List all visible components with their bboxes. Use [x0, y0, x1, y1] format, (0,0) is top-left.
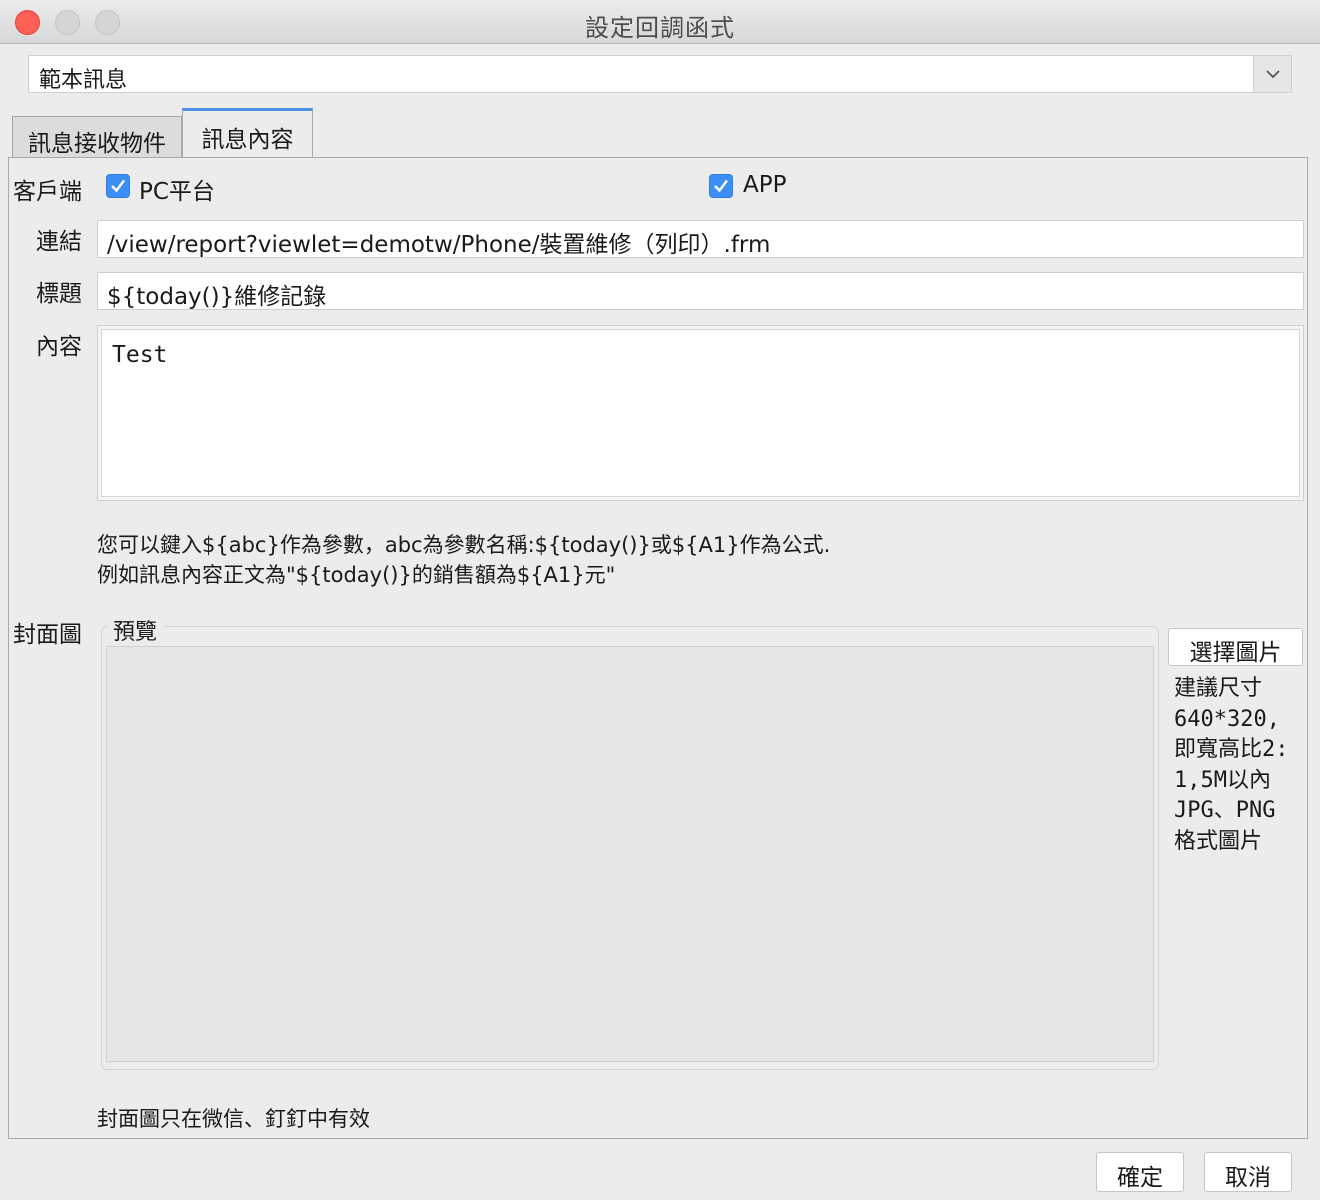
cover-image-note: 封面圖只在微信、釘釘中有效 [97, 1107, 370, 1131]
client-label: 客戶端 [13, 179, 82, 205]
window-title: 設定回調函式 [585, 14, 735, 42]
preview-label: 預覽 [107, 614, 164, 646]
title-label: 標題 [36, 281, 82, 307]
image-size-info: 建議尺寸 640*320, 即寬高比2: 1,5M以內 JPG、PNG 格式圖片 [1174, 674, 1309, 857]
app-checkbox[interactable] [709, 174, 733, 198]
size-info-line: 格式圖片 [1174, 828, 1263, 854]
link-label: 連結 [36, 229, 82, 255]
choose-image-button[interactable]: 選擇圖片 [1168, 628, 1303, 666]
parameter-hint-line2: 例如訊息內容正文為"${today()}的銷售額為${A1}元" [97, 563, 616, 587]
message-content-panel: 客戶端 PC平台 APP 連結 /view/report?viewlet=dem… [8, 157, 1308, 1139]
checkmark-icon [111, 179, 125, 193]
size-info-line: 640*320, [1174, 706, 1280, 732]
content-label: 內容 [36, 334, 82, 360]
checkmark-icon [714, 179, 728, 193]
ok-button[interactable]: 確定 [1096, 1152, 1184, 1192]
chevron-down-icon [1266, 70, 1280, 79]
title-bar: 設定回調函式 [0, 0, 1320, 44]
cover-image-label: 封面圖 [13, 622, 82, 648]
content-textarea[interactable]: Test [101, 329, 1300, 497]
pc-platform-label[interactable]: PC平台 [139, 172, 215, 206]
content-textarea-frame: Test [97, 325, 1304, 501]
tab-message-content[interactable]: 訊息內容 [182, 108, 313, 159]
template-type-select[interactable]: 範本訊息 [28, 55, 1292, 93]
app-label[interactable]: APP [743, 172, 786, 198]
cancel-button[interactable]: 取消 [1204, 1152, 1292, 1192]
title-input[interactable]: ${today()}維修記錄 [97, 272, 1304, 310]
template-type-value: 範本訊息 [39, 68, 128, 93]
size-info-line: JPG、PNG [1174, 798, 1276, 823]
parameter-hint-line1: 您可以鍵入${abc}作為參數，abc為參數名稱:${today()}或${A1… [97, 533, 831, 557]
dropdown-arrow[interactable] [1253, 56, 1291, 92]
size-info-line: 即寬高比2: [1174, 737, 1289, 762]
size-info-line: 建議尺寸 [1174, 676, 1263, 701]
tab-message-recipients[interactable]: 訊息接收物件 [12, 116, 182, 158]
pc-platform-checkbox[interactable] [106, 174, 130, 198]
link-input[interactable]: /view/report?viewlet=demotw/Phone/裝置維修（列… [97, 220, 1304, 258]
cover-image-preview [106, 646, 1154, 1062]
size-info-line: 1,5M以內 [1174, 767, 1271, 793]
